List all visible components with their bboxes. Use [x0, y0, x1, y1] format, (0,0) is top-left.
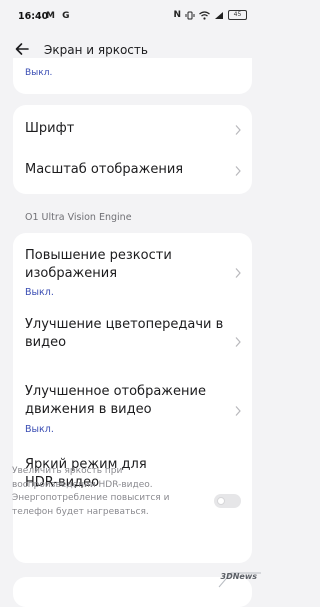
motion-enhance-label-line2: движения в видео [25, 402, 152, 417]
chevron-right-icon [235, 337, 241, 347]
battery-icon: 45 [228, 10, 247, 20]
vibrate-icon [185, 11, 195, 19]
previous-setting-card[interactable]: Выкл. [13, 58, 252, 94]
chevron-right-icon [235, 406, 241, 416]
wifi-icon [199, 10, 210, 20]
color-enhance-label-line1: Улучшение цветопередачи в [25, 317, 224, 332]
font-item[interactable]: Шрифт [13, 105, 252, 149]
motion-enhance-label-line1: Улучшенное отображение [25, 384, 206, 399]
display-scale-label: Масштаб отображения [25, 162, 184, 177]
notification-icons: M G [46, 11, 72, 21]
motion-enhance-item[interactable]: Улучшенное отображение движения в видео … [13, 369, 252, 445]
chevron-right-icon [235, 268, 241, 278]
watermark-logo: 3DNews [217, 569, 263, 591]
arrow-left-icon[interactable] [13, 40, 31, 58]
chevron-right-icon [235, 125, 241, 135]
display-scale-item[interactable]: Масштаб отображения [13, 149, 252, 194]
sharpness-value: Выкл. [25, 287, 54, 298]
status-bar: 16:40 M G N 45 [0, 0, 265, 34]
setting-value: Выкл. [25, 68, 53, 78]
font-item-label: Шрифт [25, 121, 75, 136]
status-time: 16:40 [18, 11, 49, 22]
status-right-icons: N 45 [173, 10, 247, 20]
sharpness-label-line2: изображения [25, 266, 118, 281]
hdr-toggle-switch[interactable] [214, 494, 241, 508]
section-header: O1 Ultra Vision Engine [25, 212, 132, 223]
font-settings-card: Шрифт Масштаб отображения [13, 105, 252, 194]
chevron-right-icon [235, 166, 241, 176]
signal-icon [215, 11, 223, 19]
page-title: Экран и яркость [44, 43, 148, 57]
watermark-text: 3DNews [220, 572, 257, 581]
motion-enhance-value: Выкл. [25, 424, 54, 435]
sharpness-item[interactable]: Повышение резкости изображения Выкл. [13, 233, 252, 303]
hdr-description: Увеличить яркость при воспроизведении HD… [12, 466, 170, 517]
toggle-knob [217, 497, 225, 505]
color-enhance-item[interactable]: Улучшение цветопередачи в видео [13, 303, 252, 369]
nfc-icon: N [173, 10, 181, 20]
color-enhance-label-line2: видео [25, 335, 67, 350]
sharpness-label-line1: Повышение резкости [25, 248, 172, 263]
